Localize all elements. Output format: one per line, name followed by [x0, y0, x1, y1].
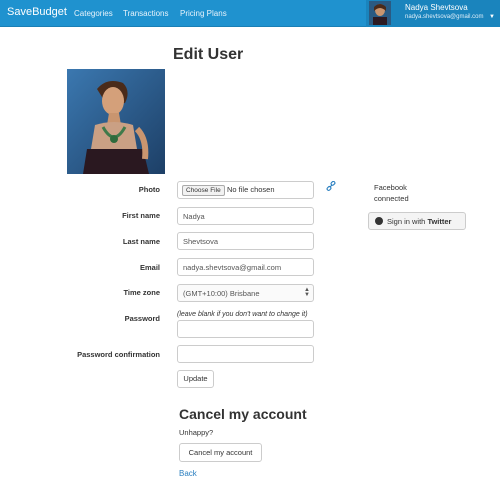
- cancel-heading: Cancel my account: [179, 406, 307, 422]
- photo-label: Photo: [138, 185, 160, 194]
- password-label: Password: [124, 314, 160, 323]
- twitter-icon: [375, 217, 383, 225]
- back-link[interactable]: Back: [179, 469, 197, 478]
- facebook-status: Facebook connected: [374, 182, 409, 204]
- timezone-select[interactable]: (GMT+10:00) Brisbane ▲ ▼: [177, 284, 314, 302]
- cancel-text: Unhappy?: [179, 428, 214, 437]
- select-arrows-icon: ▲ ▼: [304, 287, 310, 298]
- user-email: nadya.shevtsova@gmail.com: [405, 14, 484, 20]
- nav-transactions[interactable]: Transactions: [123, 9, 169, 18]
- facebook-status-line1: Facebook: [374, 183, 407, 192]
- user-name: Nadya Shevtsova: [405, 3, 468, 12]
- file-status: No file chosen: [227, 185, 275, 194]
- cancel-account-button[interactable]: Cancel my account: [179, 443, 262, 462]
- first-name-field[interactable]: Nadya: [177, 207, 314, 225]
- nav-pricing-plans[interactable]: Pricing Plans: [180, 9, 227, 18]
- facebook-status-line2: connected: [374, 194, 409, 203]
- chevron-down-icon: ▼: [489, 14, 495, 20]
- password-hint: (leave blank if you don't want to change…: [177, 311, 308, 318]
- first-name-label: First name: [122, 211, 160, 220]
- brand-logo[interactable]: SaveBudget: [7, 6, 67, 18]
- email-label: Email: [139, 263, 160, 272]
- nav-categories[interactable]: Categories: [74, 9, 113, 18]
- timezone-value: (GMT+10:00) Brisbane: [183, 289, 260, 298]
- last-name-label: Last name: [122, 237, 160, 246]
- twitter-bold: Twitter: [427, 217, 452, 226]
- timezone-label: Time zone: [123, 288, 160, 297]
- update-button[interactable]: Update: [177, 370, 214, 388]
- password-confirm-label: Password confirmation: [77, 350, 160, 359]
- password-confirm-field[interactable]: [177, 345, 314, 363]
- twitter-prefix: Sign in with: [387, 217, 428, 226]
- avatar: [369, 1, 391, 25]
- password-field[interactable]: [177, 320, 314, 338]
- page-title: Edit User: [173, 46, 244, 63]
- photo-file-input[interactable]: Choose File No file chosen: [177, 181, 314, 199]
- user-menu[interactable]: Nadya Shevtsova nadya.shevtsova@gmail.co…: [366, 0, 500, 27]
- navbar: SaveBudget Categories Transactions Prici…: [0, 0, 500, 27]
- user-photo: [67, 69, 165, 174]
- sign-in-twitter-button[interactable]: Sign in with Twitter: [368, 212, 466, 230]
- email-field[interactable]: nadya.shevtsova@gmail.com: [177, 258, 314, 276]
- choose-file-button[interactable]: Choose File: [182, 185, 225, 196]
- link-icon[interactable]: [326, 180, 336, 191]
- last-name-field[interactable]: Shevtsova: [177, 232, 314, 250]
